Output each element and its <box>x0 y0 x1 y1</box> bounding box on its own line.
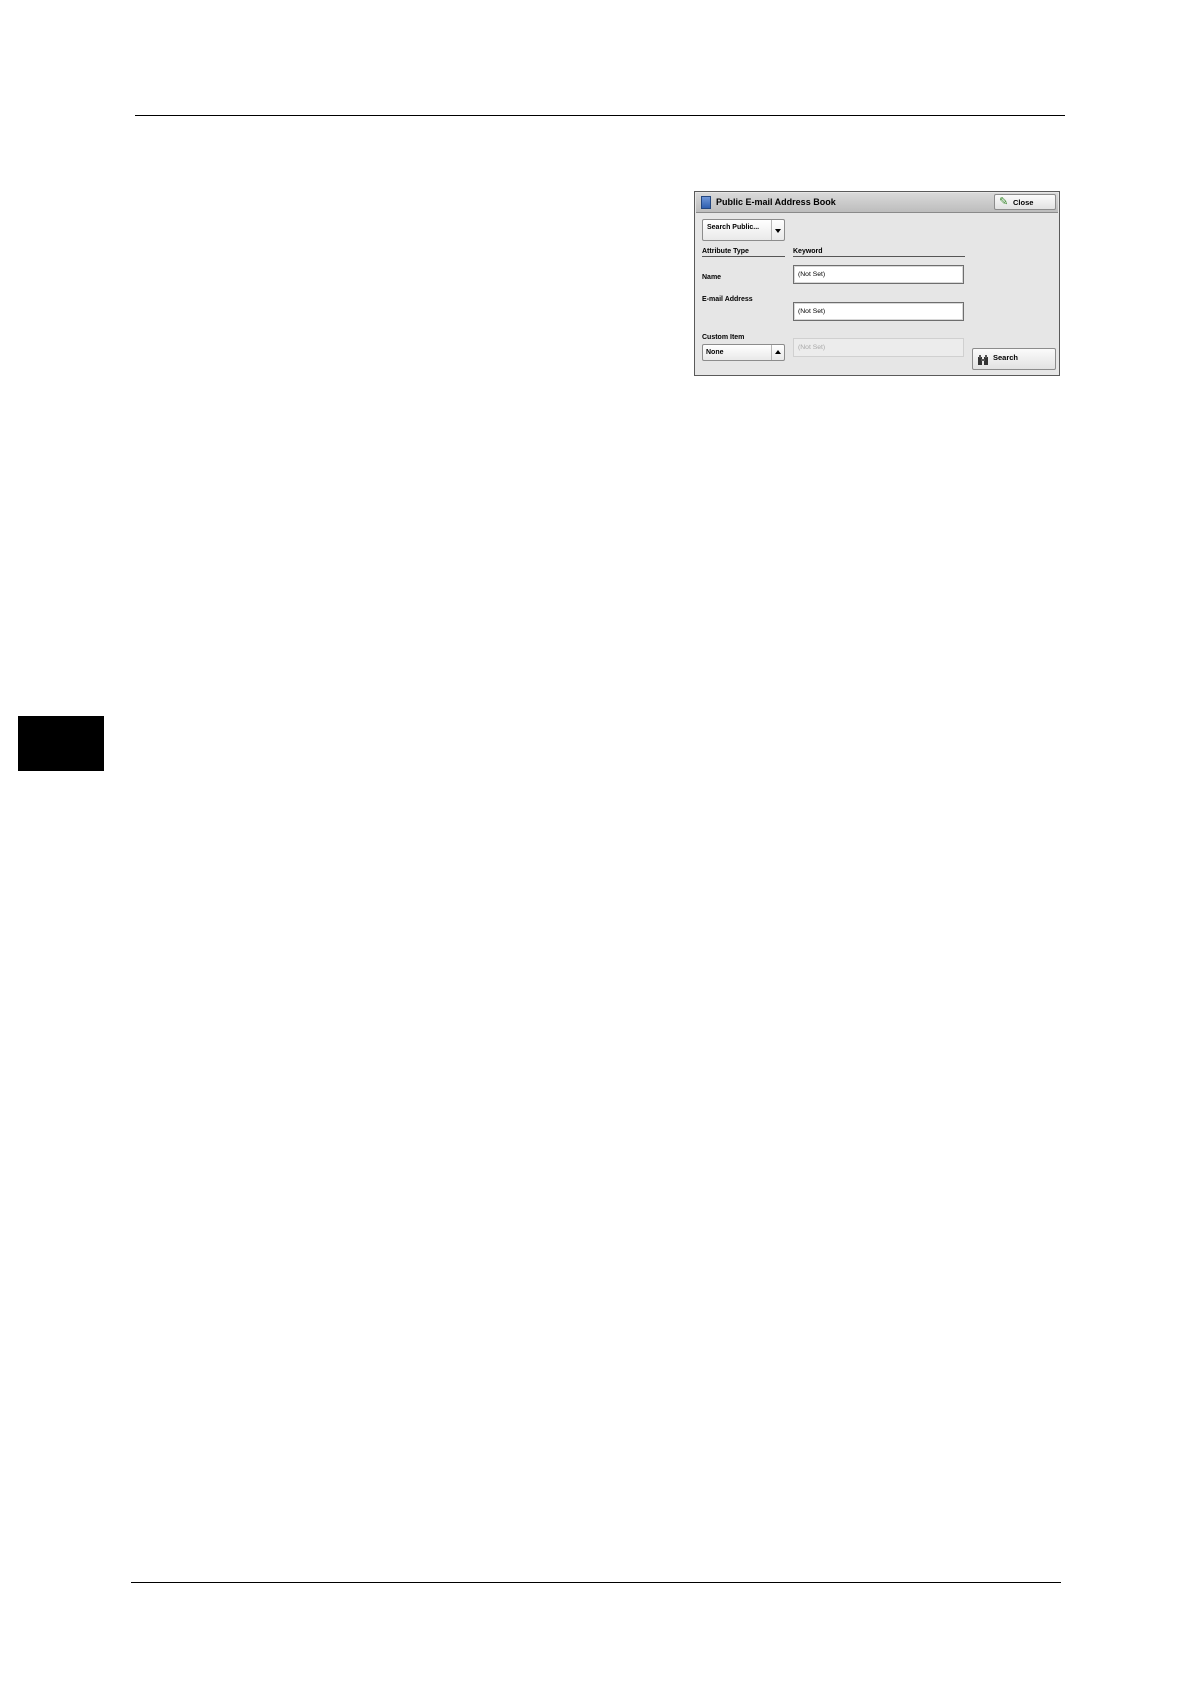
binoculars-icon <box>978 355 988 365</box>
chevron-up-icon <box>771 345 784 360</box>
keyword-header: Keyword <box>793 248 965 257</box>
search-button[interactable]: Search <box>972 348 1056 370</box>
dialog-title: Public E-mail Address Book <box>716 197 836 207</box>
name-keyword-value: (Not Set) <box>798 271 826 278</box>
search-button-label: Search <box>993 353 1019 362</box>
custom-item-label: Custom Item <box>702 334 745 341</box>
chevron-down-icon <box>771 220 784 240</box>
search-scope-dropdown[interactable]: Search Public... <box>702 219 785 241</box>
address-book-icon <box>701 196 711 209</box>
email-keyword-value: (Not Set) <box>798 308 826 315</box>
close-button-label: Close <box>1013 198 1034 207</box>
custom-keyword-field: (Not Set) <box>793 338 964 357</box>
checkmark-pencil-icon: ✎ <box>999 196 1009 208</box>
close-button[interactable]: ✎ Close <box>994 194 1056 210</box>
name-keyword-field[interactable]: (Not Set) <box>793 265 964 284</box>
header-rule <box>135 115 1065 116</box>
search-scope-value: Search Public... <box>707 224 760 231</box>
chapter-tab <box>18 716 104 771</box>
public-email-address-book-dialog: Public E-mail Address Book ✎ Close Searc… <box>694 191 1060 376</box>
custom-item-value: None <box>706 349 724 356</box>
email-address-label: E-mail Address <box>702 296 753 303</box>
email-keyword-field[interactable]: (Not Set) <box>793 302 964 321</box>
attribute-type-header: Attribute Type <box>702 248 785 257</box>
name-label: Name <box>702 274 722 281</box>
footer-rule <box>131 1582 1061 1583</box>
dialog-titlebar: Public E-mail Address Book ✎ Close <box>696 193 1058 213</box>
custom-keyword-value: (Not Set) <box>798 344 826 351</box>
custom-item-dropdown[interactable]: None <box>702 344 785 361</box>
